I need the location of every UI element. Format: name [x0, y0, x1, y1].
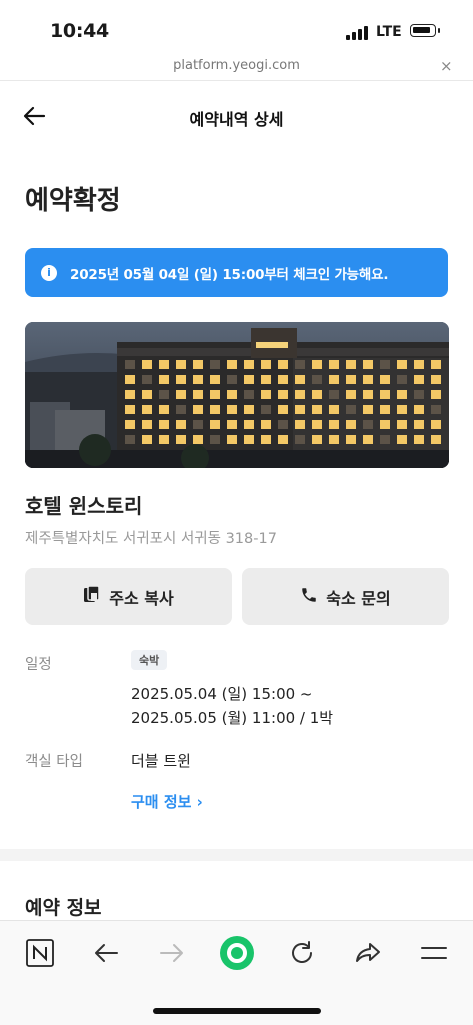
menu-icon[interactable]: [420, 943, 448, 967]
hotel-address: 제주특별자치도 서귀포시 서귀동 318-17: [25, 531, 277, 547]
signal-icon: [346, 26, 368, 40]
checkin-notice: i 2025년 05월 04일 (일) 15:00부터 체크인 가능해요.: [25, 248, 448, 297]
refresh-icon[interactable]: [288, 939, 316, 971]
schedule-label: 일정: [25, 657, 52, 673]
checkin-datetime: 2025.05.04 (일) 15:00 ~: [131, 685, 313, 703]
forward-arrow-icon[interactable]: [158, 940, 186, 970]
battery-icon: [410, 24, 440, 37]
divider: [0, 80, 473, 81]
notice-text: 2025년 05월 04일 (일) 15:00부터 체크인 가능해요.: [70, 266, 389, 283]
stay-badge: 숙박: [131, 650, 168, 670]
phone-icon: [300, 586, 318, 608]
home-indicator: [153, 1008, 321, 1014]
section-divider: [0, 849, 473, 861]
info-icon: i: [41, 264, 57, 281]
reservation-info-title: 예약 정보: [25, 897, 102, 919]
share-icon[interactable]: [354, 939, 382, 971]
copy-address-button[interactable]: 주소 복사: [25, 568, 232, 625]
naver-icon[interactable]: [26, 939, 54, 971]
hotel-image[interactable]: [25, 322, 449, 468]
network-label: LTE: [376, 24, 402, 40]
room-type-value: 더블 트윈: [131, 752, 191, 770]
copy-icon: [83, 584, 101, 609]
reservation-status: 예약확정: [25, 186, 121, 216]
back-arrow-icon[interactable]: [92, 940, 120, 970]
checkout-datetime: 2025.05.05 (월) 11:00 / 1박: [131, 709, 334, 727]
contact-label: 숙소 문의: [326, 588, 391, 608]
copy-address-label: 주소 복사: [109, 588, 174, 608]
purchase-info-link[interactable]: 구매 정보 ›: [131, 791, 203, 812]
green-dot-icon[interactable]: [219, 935, 255, 975]
status-time: 10:44: [50, 20, 109, 42]
hotel-name: 호텔 윈스토리: [25, 494, 143, 518]
page-title: 예약내역 상세: [189, 110, 284, 129]
contact-property-button[interactable]: 숙소 문의: [242, 568, 449, 625]
url-text[interactable]: platform.yeogi.com: [0, 58, 473, 73]
room-type-label: 객실 타입: [25, 754, 83, 770]
close-icon[interactable]: ×: [440, 57, 453, 75]
